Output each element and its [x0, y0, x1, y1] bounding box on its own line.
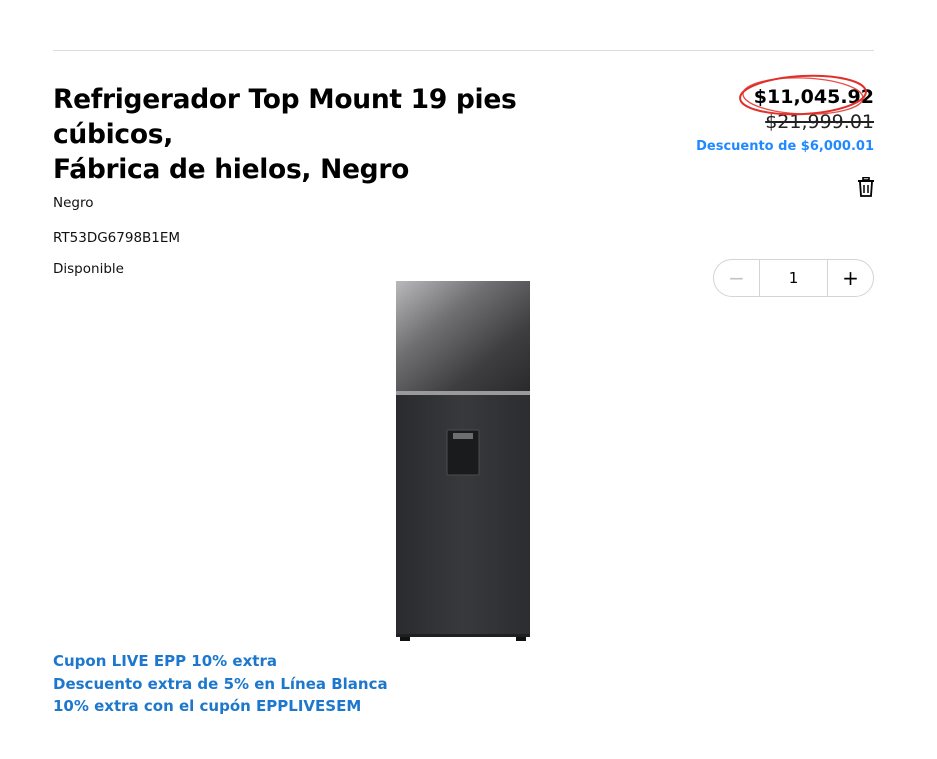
original-price: $21,999.01 [765, 111, 874, 133]
promotions-list: Cupon LIVE EPP 10% extra Descuento extra… [53, 650, 388, 718]
refrigerator-image[interactable] [392, 278, 534, 642]
trash-icon[interactable] [857, 176, 875, 197]
discount-text: Descuento de $6,000.01 [696, 139, 874, 154]
top-divider [53, 50, 874, 51]
product-sku: RT53DG6798B1EM [53, 230, 181, 246]
product-color: Negro [53, 195, 94, 211]
product-title[interactable]: Refrigerador Top Mount 19 pies cúbicos, … [53, 82, 613, 187]
product-title-line-2[interactable]: Fábrica de hielos, Negro [53, 154, 409, 185]
quantity-decrease-button[interactable]: − [714, 260, 759, 296]
current-price: $11,045.92 [753, 86, 874, 108]
product-availability: Disponible [53, 261, 124, 277]
promotion-item[interactable]: Descuento extra de 5% en Línea Blanca [53, 673, 388, 696]
price-block: $11,045.92 $21,999.01 Descuento de $6,00… [696, 74, 874, 156]
quantity-stepper: − 1 + [713, 259, 874, 297]
quantity-increase-button[interactable]: + [828, 260, 873, 296]
quantity-value[interactable]: 1 [759, 260, 828, 296]
promotion-item[interactable]: Cupon LIVE EPP 10% extra [53, 650, 388, 673]
product-title-line-1[interactable]: Refrigerador Top Mount 19 pies cúbicos, [53, 84, 517, 150]
current-price-wrapper: $11,045.92 [738, 74, 874, 116]
promotion-item[interactable]: 10% extra con el cupón EPPLIVESEM [53, 695, 388, 718]
